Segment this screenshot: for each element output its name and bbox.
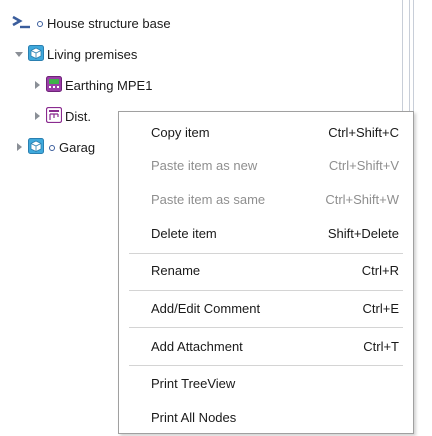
chevron-down-icon[interactable] — [14, 48, 26, 60]
menu-item-shortcut: Shift+Delete — [327, 225, 399, 241]
tree-item-label: Earthing MPE1 — [65, 77, 153, 93]
menu-item-print-all-nodes[interactable]: Print All Nodes — [119, 404, 413, 430]
menu-separator — [129, 290, 403, 291]
menu-item-shortcut: Ctrl+Shift+C — [328, 124, 399, 140]
chevron-right-icon[interactable] — [14, 141, 26, 153]
menu-item-shortcut: Ctrl+Shift+V — [328, 157, 399, 173]
tree-item-garage[interactable]: Garag — [14, 136, 95, 158]
node-dot-icon — [37, 21, 43, 27]
tree-item-living-premises[interactable]: Living premises — [14, 43, 137, 65]
menu-item-copy-item[interactable]: Copy item Ctrl+Shift+C — [119, 119, 413, 145]
menu-separator — [129, 327, 403, 328]
menu-item-shortcut: Ctrl+T — [363, 338, 399, 354]
tree-item-label: Living premises — [47, 46, 138, 62]
tree-item-label: House structure base — [47, 15, 171, 31]
menu-item-print-treeview[interactable]: Print TreeView — [119, 370, 413, 396]
splitter-line — [402, 0, 403, 112]
menu-item-paste-item-as-new[interactable]: Paste item as new Ctrl+Shift+V — [119, 152, 413, 178]
menu-item-shortcut: Ctrl+R — [361, 262, 399, 278]
menu-item-delete-item[interactable]: Delete item Shift+Delete — [119, 220, 413, 246]
menu-item-shortcut: Ctrl+Shift+W — [325, 191, 399, 207]
chevron-right-icon[interactable] — [32, 110, 44, 122]
tree-item-label: Garag — [59, 139, 96, 155]
tree-item-earthing-mpe1[interactable]: Earthing MPE1 — [32, 74, 152, 96]
screen: House structure base Living premises Ear… — [0, 0, 432, 436]
cube-icon — [28, 137, 44, 157]
structure-icon — [12, 15, 32, 32]
menu-item-shortcut: Ctrl+E — [362, 300, 399, 316]
menu-separator — [129, 253, 403, 254]
menu-item-label: Print All Nodes — [151, 409, 237, 425]
menu-item-label: Delete item — [151, 225, 217, 241]
tree-item-house-structure-base[interactable]: House structure base — [12, 12, 171, 34]
menu-item-label: Print TreeView — [151, 375, 236, 391]
menu-item-paste-item-as-same[interactable]: Paste item as same Ctrl+Shift+W — [119, 186, 413, 212]
earthing-device-icon — [46, 75, 62, 95]
menu-item-label: Add/Edit Comment — [151, 300, 261, 316]
menu-item-add-edit-comment[interactable]: Add/Edit Comment Ctrl+E — [119, 295, 413, 321]
menu-separator — [129, 365, 403, 366]
menu-item-label: Paste item as new — [151, 157, 258, 173]
splitter-line — [409, 0, 410, 112]
splitter-line — [413, 0, 414, 112]
chevron-right-icon[interactable] — [32, 79, 44, 91]
cube-icon — [28, 44, 44, 64]
tree-item-label: Dist. — [65, 108, 91, 124]
context-menu: Copy item Ctrl+Shift+C Paste item as new… — [118, 111, 414, 434]
menu-item-add-attachment[interactable]: Add Attachment Ctrl+T — [119, 333, 413, 359]
distribution-board-icon — [45, 106, 63, 126]
menu-item-label: Paste item as same — [151, 191, 266, 207]
menu-item-rename[interactable]: Rename Ctrl+R — [119, 257, 413, 283]
menu-item-label: Add Attachment — [151, 338, 243, 354]
menu-item-label: Rename — [151, 262, 201, 278]
menu-item-label: Copy item — [151, 124, 210, 140]
node-dot-icon — [49, 145, 55, 151]
